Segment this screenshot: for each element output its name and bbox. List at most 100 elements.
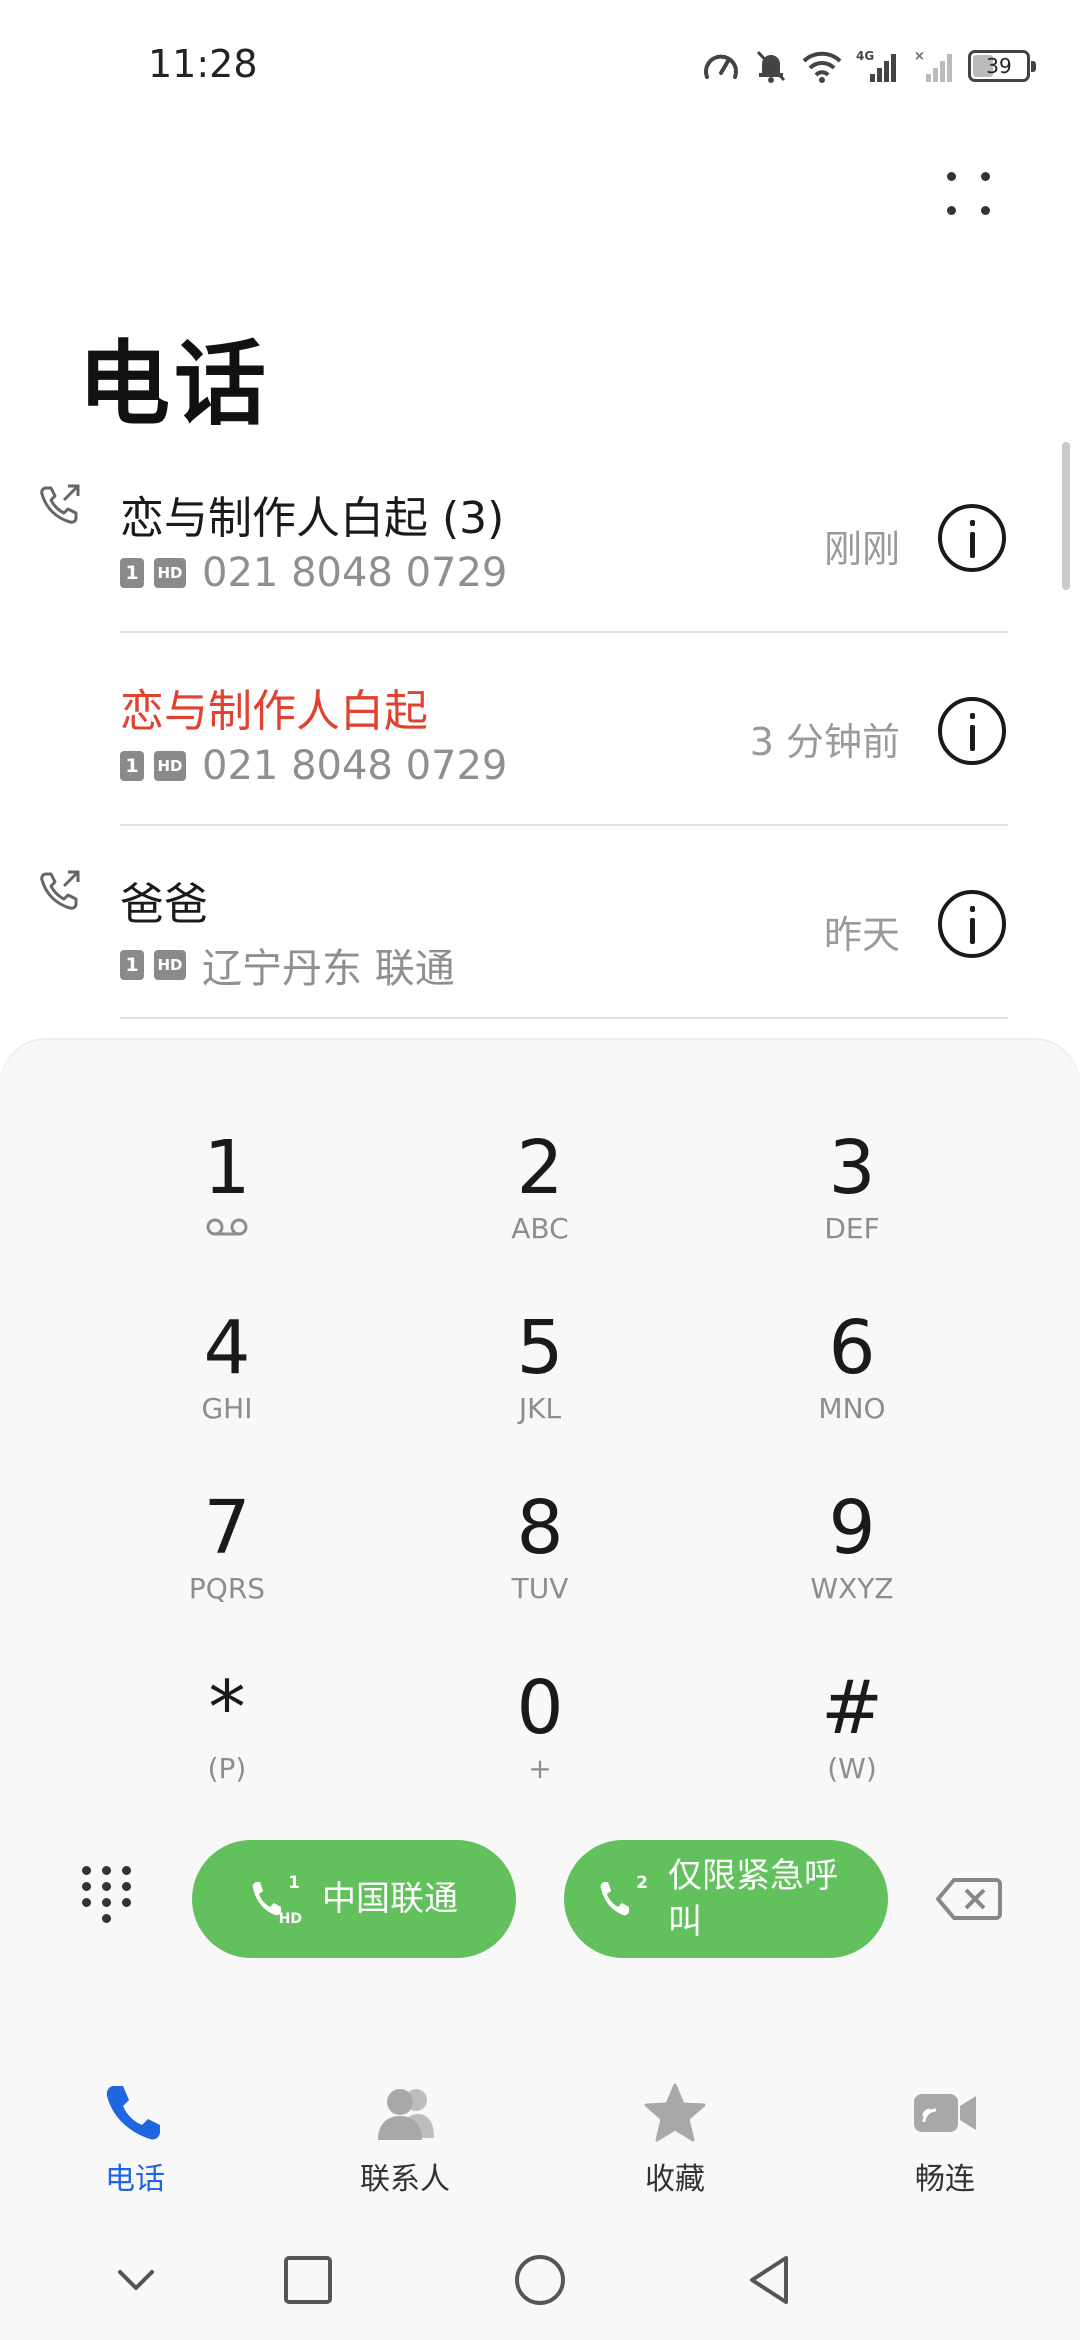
more-dot: [947, 206, 956, 215]
keypad-dot: [102, 1914, 111, 1923]
dialpad-key-8[interactable]: 8 TUV: [410, 1478, 670, 1638]
key-digit: 2: [516, 1125, 564, 1211]
more-options-button[interactable]: [935, 160, 1005, 230]
svg-text:×: ×: [914, 49, 925, 64]
key-letters: GHI: [201, 1392, 253, 1425]
key-letters: WXYZ: [810, 1572, 894, 1605]
chevron-down-icon[interactable]: [106, 2250, 166, 2310]
battery-percentage: 39: [986, 54, 1012, 78]
dialpad-key-0[interactable]: 0 +: [410, 1658, 670, 1818]
call-log-item[interactable]: 爸爸 1 HD 辽宁丹东 联通 昨天: [0, 826, 1080, 1019]
dialpad-toggle-button[interactable]: [72, 1862, 142, 1932]
video-call-icon: [914, 2094, 976, 2132]
key-digit: *: [208, 1665, 246, 1751]
carrier-label: 中国联通: [322, 1879, 458, 1919]
call-log-item[interactable]: 恋与制作人白起 1 HD 021 8048 0729 3 分钟前: [0, 633, 1080, 826]
key-letters: (W): [827, 1752, 877, 1785]
key-letters: JKL: [518, 1392, 562, 1425]
dialpad-key-hash[interactable]: # (W): [722, 1658, 982, 1818]
outgoing-call-icon: [40, 870, 80, 910]
sim-badge: 1: [120, 950, 144, 980]
dialpad-key-4[interactable]: 4 GHI: [97, 1298, 357, 1458]
scrollbar[interactable]: [1062, 442, 1070, 590]
hd-badge: HD: [154, 751, 186, 781]
page-title: 电话: [78, 331, 271, 438]
key-letters: ABC: [511, 1212, 569, 1245]
phone-icon: [106, 2086, 160, 2140]
call-sim2-button[interactable]: 2 仅限紧急呼 叫: [564, 1840, 888, 1958]
tab-favorites[interactable]: 收藏: [575, 2080, 775, 2210]
dialpad-key-1[interactable]: 1: [97, 1118, 357, 1278]
signal-no-service-icon: ×: [914, 49, 952, 82]
sim-number: 1: [288, 1873, 300, 1893]
tab-meetime[interactable]: 畅连: [845, 2080, 1045, 2210]
key-digit: 9: [828, 1485, 876, 1571]
keypad-dot: [102, 1898, 111, 1907]
tab-label: 电话: [105, 2162, 165, 2197]
keypad-dot: [82, 1882, 91, 1891]
dialpad-key-9[interactable]: 9 WXYZ: [722, 1478, 982, 1638]
status-icons: 4G × 39: [702, 44, 1036, 88]
bottom-navigation: 电话 联系人 收藏 畅连: [0, 2050, 1080, 2220]
contacts-icon: [378, 2089, 434, 2140]
dialpad-key-7[interactable]: 7 PQRS: [97, 1478, 357, 1638]
tab-label: 畅连: [915, 2162, 975, 2197]
key-letters: DEF: [824, 1212, 880, 1245]
sim-number: 2: [636, 1873, 648, 1893]
key-digit: #: [820, 1665, 883, 1751]
key-digit: 5: [516, 1305, 564, 1391]
keypad-dot: [122, 1882, 131, 1891]
call-sim1-button[interactable]: 1 HD 中国联通: [192, 1840, 516, 1958]
key-digit: 0: [516, 1665, 564, 1751]
call-subinfo: 1 HD 021 8048 0729: [120, 743, 507, 789]
more-dot: [981, 172, 990, 181]
key-letters: +: [528, 1752, 552, 1785]
star-icon: [644, 2083, 706, 2142]
key-digit: 8: [516, 1485, 564, 1571]
phone-number: 021 8048 0729: [202, 743, 508, 789]
key-digit: 7: [203, 1485, 251, 1571]
signal-4g-icon: 4G: [856, 49, 896, 82]
home-circle-icon[interactable]: [510, 2250, 570, 2310]
back-triangle-icon[interactable]: [740, 2250, 800, 2310]
call-log-item[interactable]: 恋与制作人白起 (3) 1 HD 021 8048 0729 刚刚: [0, 440, 1080, 633]
dialpad-key-2[interactable]: 2 ABC: [410, 1118, 670, 1278]
call-subinfo: 1 HD 辽宁丹东 联通: [120, 936, 455, 994]
svg-text:4G: 4G: [856, 49, 874, 63]
contact-name: 爸爸: [120, 879, 208, 930]
key-letters: (P): [207, 1752, 247, 1785]
sim-badge: 1: [120, 751, 144, 781]
hd-badge: HD: [154, 950, 186, 980]
dialpad-key-6[interactable]: 6 MNO: [722, 1298, 982, 1458]
tab-phone[interactable]: 电话: [35, 2080, 235, 2210]
info-icon[interactable]: [938, 890, 1006, 958]
emergency-label-line2: 叫: [668, 1902, 702, 1942]
outgoing-call-icon: [40, 484, 80, 524]
key-digit: 6: [828, 1305, 876, 1391]
backspace-icon[interactable]: [934, 1874, 1004, 1924]
divider: [120, 1017, 1008, 1019]
keypad-dot: [102, 1882, 111, 1891]
key-letters: MNO: [818, 1392, 886, 1425]
key-digit: 3: [828, 1125, 876, 1211]
recents-square-icon[interactable]: [278, 2250, 338, 2310]
info-icon[interactable]: [938, 697, 1006, 765]
dialpad-key-3[interactable]: 3 DEF: [722, 1118, 982, 1278]
contact-name: 恋与制作人白起 (3): [120, 493, 505, 544]
keypad-dot: [122, 1898, 131, 1907]
phone-number: 021 8048 0729: [202, 550, 508, 596]
phone-sim2-icon: 2: [598, 1871, 648, 1927]
call-time: 刚刚: [823, 527, 900, 571]
dialpad-key-star[interactable]: * (P): [97, 1658, 357, 1818]
sim-badge: 1: [120, 558, 144, 588]
tab-contacts[interactable]: 联系人: [305, 2080, 505, 2210]
system-navigation-bar: [0, 2220, 1080, 2340]
data-saver-icon: [704, 54, 738, 79]
keypad-dot: [122, 1866, 131, 1875]
info-icon[interactable]: [938, 504, 1006, 572]
key-digit: 1: [203, 1125, 251, 1211]
emergency-label-line1: 仅限紧急呼: [668, 1856, 838, 1896]
key-digit: 4: [203, 1305, 251, 1391]
dialpad-key-5[interactable]: 5 JKL: [410, 1298, 670, 1458]
call-log-list: 恋与制作人白起 (3) 1 HD 021 8048 0729 刚刚 恋与制作人白…: [0, 440, 1080, 1019]
